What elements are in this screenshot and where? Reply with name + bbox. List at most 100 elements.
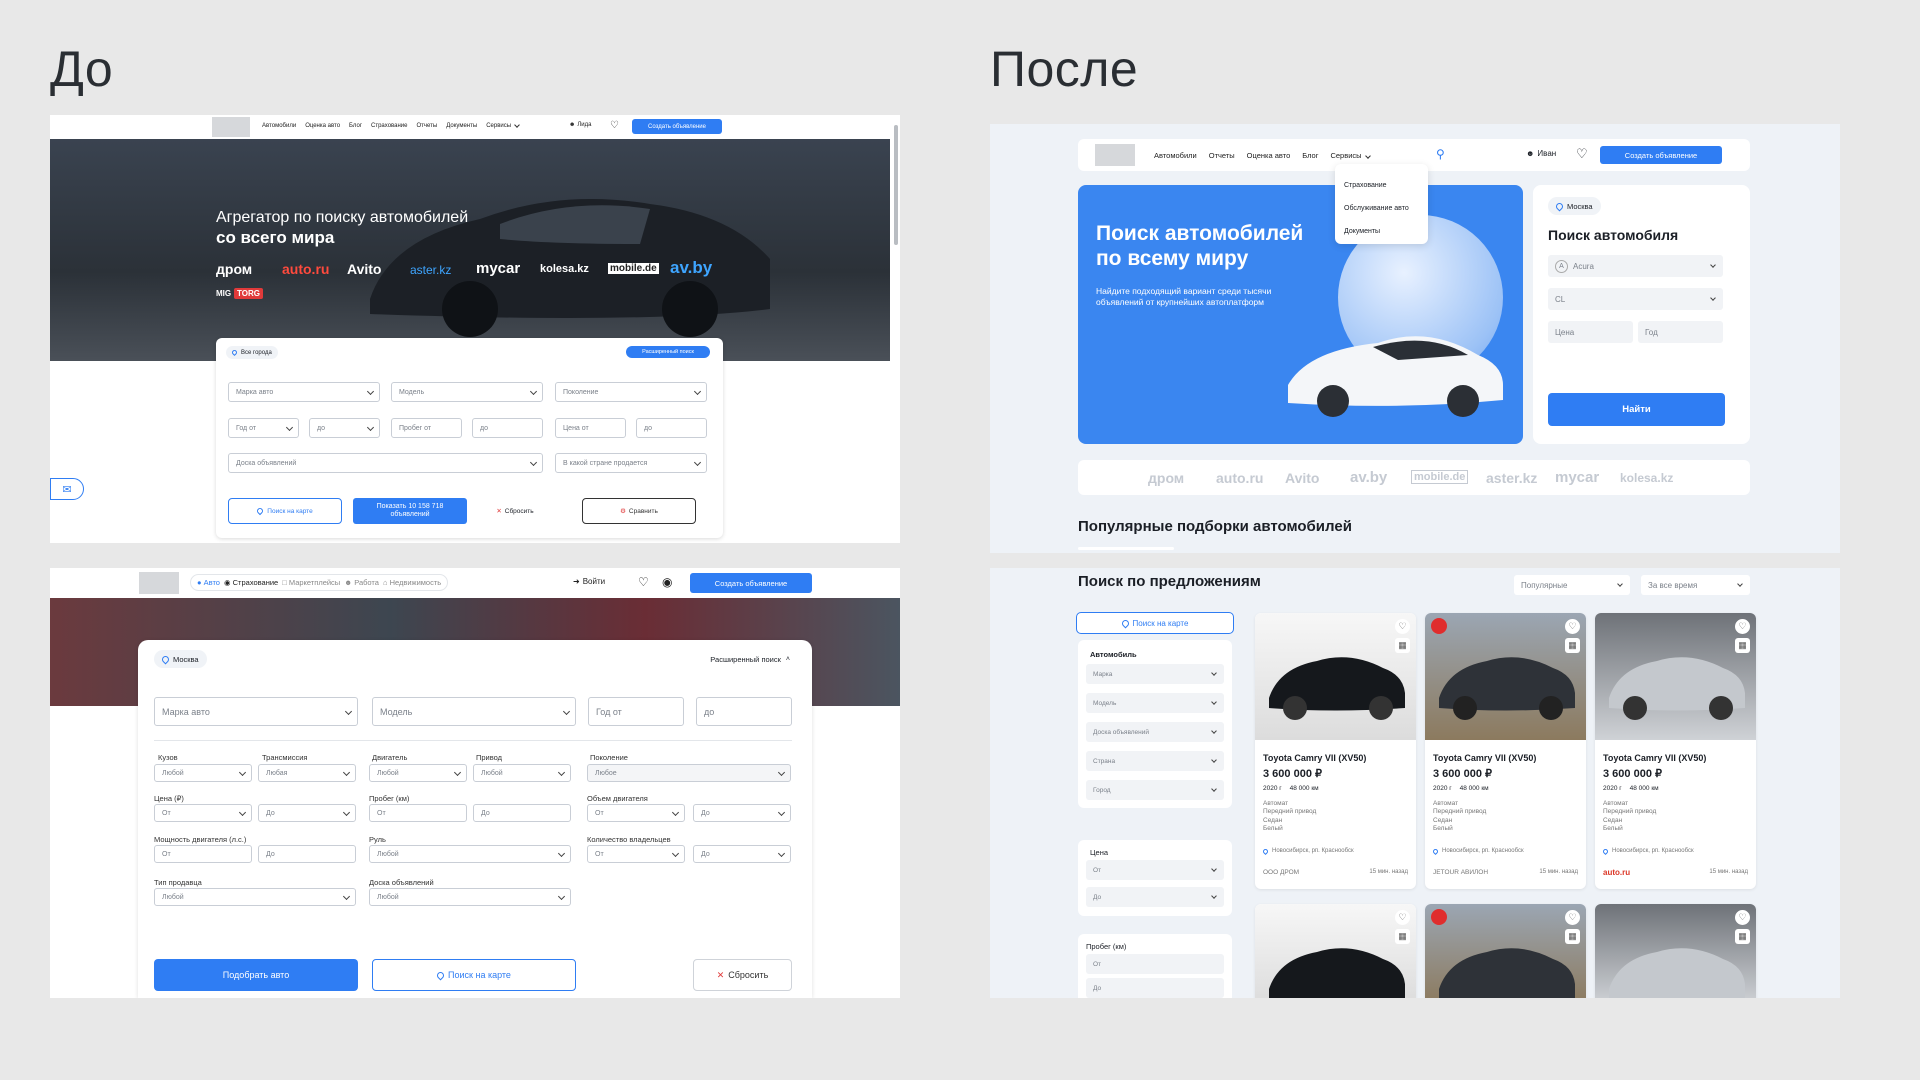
favorite-heart-icon[interactable]: ♡: [1565, 619, 1580, 634]
nav-item[interactable]: Документы: [446, 123, 477, 129]
nav-item[interactable]: Оценка авто: [1247, 151, 1291, 160]
heart-icon[interactable]: ♡: [1576, 146, 1588, 162]
stats-chart-icon[interactable]: ▦: [1565, 638, 1580, 653]
price-to-select[interactable]: До: [258, 804, 356, 822]
model-select[interactable]: Модель: [391, 382, 543, 402]
owners-from-select[interactable]: От: [587, 845, 685, 863]
favorite-heart-icon[interactable]: ♡: [1565, 910, 1580, 925]
favorite-heart-icon[interactable]: ♡: [1395, 910, 1410, 925]
nav-item[interactable]: Автомобили: [1154, 151, 1197, 160]
tab-auto[interactable]: ● Авто: [197, 578, 220, 587]
favorite-heart-icon[interactable]: ♡: [1395, 619, 1410, 634]
mileage-from-input[interactable]: От: [369, 804, 467, 822]
nav-item[interactable]: Отчеты: [417, 123, 438, 129]
brand-select[interactable]: Марка авто: [154, 697, 358, 726]
heart-icon[interactable]: ♡: [638, 575, 649, 589]
generation-select[interactable]: Поколение: [555, 382, 707, 402]
map-search-button[interactable]: Поиск на карте: [1076, 612, 1234, 634]
listing-card[interactable]: ♡ ▦: [1595, 904, 1756, 998]
mileage-from-input[interactable]: От: [1086, 954, 1224, 974]
city-chip[interactable]: Все города: [226, 346, 278, 359]
sort-select[interactable]: Популярные: [1514, 575, 1630, 595]
heart-icon[interactable]: ♡: [610, 120, 619, 131]
nav-item[interactable]: Автомобили: [262, 123, 296, 129]
dropdown-item[interactable]: Обслуживание авто: [1344, 197, 1419, 220]
map-search-button[interactable]: Поиск на карте: [228, 498, 342, 524]
mileage-from-input[interactable]: Пробег от: [391, 418, 462, 438]
map-search-button[interactable]: Поиск на карте: [372, 959, 576, 991]
board-select[interactable]: Доска объявлений: [228, 453, 543, 473]
model-select[interactable]: Модель: [372, 697, 576, 726]
generation-select[interactable]: Любое: [587, 764, 791, 782]
nav-item[interactable]: Блог: [1302, 151, 1318, 160]
eye-icon[interactable]: ◉: [662, 575, 672, 589]
dropdown-item[interactable]: Страхование: [1344, 174, 1419, 197]
brand-select[interactable]: Марка авто: [228, 382, 380, 402]
nav-item[interactable]: Блог: [349, 123, 362, 129]
filter-country[interactable]: Страна: [1086, 751, 1224, 771]
price-input[interactable]: Цена: [1548, 321, 1633, 343]
nav-item-services[interactable]: Сервисы: [1330, 151, 1371, 160]
show-results-button[interactable]: Показать 10 158 718 объявлений: [353, 498, 467, 524]
reset-button[interactable]: ✕ Сбросить: [693, 959, 792, 991]
stats-chart-icon[interactable]: ▦: [1735, 929, 1750, 944]
engine-select[interactable]: Любой: [369, 764, 467, 782]
user-link[interactable]: ☻ Иван: [1526, 149, 1556, 158]
advanced-search-button[interactable]: Расширенный поиск: [626, 346, 710, 358]
model-select[interactable]: CL: [1548, 288, 1723, 310]
dropdown-item[interactable]: Документы: [1344, 220, 1419, 243]
filter-brand[interactable]: Марка: [1086, 664, 1224, 684]
nav-item[interactable]: Страхование: [371, 123, 407, 129]
tab-marketplaces[interactable]: □ Маркетплейсы: [282, 578, 340, 587]
filter-city[interactable]: Город: [1086, 780, 1224, 800]
city-chip[interactable]: Москва: [1548, 197, 1601, 215]
city-chip[interactable]: Москва: [154, 650, 207, 668]
year-from-input[interactable]: Год от: [588, 697, 684, 726]
stats-chart-icon[interactable]: ▦: [1395, 929, 1410, 944]
nav-item-services[interactable]: Сервисы: [486, 122, 520, 129]
listing-card[interactable]: ♡ ▦ Toyota Camry VII (XV50) 3 600 000 ₽ …: [1255, 613, 1416, 889]
price-to-select[interactable]: До: [1086, 887, 1224, 907]
period-select[interactable]: За все время: [1641, 575, 1750, 595]
search-icon[interactable]: ⚲: [1436, 147, 1445, 161]
year-to-select[interactable]: до: [309, 418, 380, 438]
volume-from-select[interactable]: От: [587, 804, 685, 822]
price-from-input[interactable]: Цена от: [555, 418, 626, 438]
body-select[interactable]: Любой: [154, 764, 252, 782]
stats-chart-icon[interactable]: ▦: [1565, 929, 1580, 944]
stats-chart-icon[interactable]: ▦: [1735, 638, 1750, 653]
drive-select[interactable]: Любой: [473, 764, 571, 782]
country-select[interactable]: В какой стране продается: [555, 453, 707, 473]
listing-card[interactable]: ♡ ▦ Toyota Camry VII (XV50) 3 600 000 ₽ …: [1425, 613, 1586, 889]
wheel-select[interactable]: Любой: [369, 845, 571, 863]
owners-to-select[interactable]: До: [693, 845, 791, 863]
transmission-select[interactable]: Любая: [258, 764, 356, 782]
nav-item[interactable]: Оценка авто: [305, 123, 340, 129]
submit-button[interactable]: Подобрать авто: [154, 959, 358, 991]
mileage-to-input[interactable]: До: [1086, 978, 1224, 998]
tab-insurance[interactable]: ◉ Страхование: [224, 578, 278, 587]
create-ad-button[interactable]: Создать объявление: [1600, 146, 1722, 164]
nav-item[interactable]: Отчеты: [1209, 151, 1235, 160]
listing-card[interactable]: ♡ ▦: [1255, 904, 1416, 998]
price-from-select[interactable]: От: [154, 804, 252, 822]
create-ad-button[interactable]: Создать объявление: [690, 573, 812, 593]
user-link[interactable]: ☻ Лида: [569, 122, 591, 128]
tab-jobs[interactable]: ☻ Работа: [344, 578, 379, 587]
listing-card[interactable]: ♡ ▦ Toyota Camry VII (XV50) 3 600 000 ₽ …: [1595, 613, 1756, 889]
stats-chart-icon[interactable]: ▦: [1395, 638, 1410, 653]
mileage-to-input[interactable]: До: [473, 804, 571, 822]
board-select[interactable]: Любой: [369, 888, 571, 906]
chat-icon[interactable]: ✉: [50, 478, 84, 500]
power-to-input[interactable]: До: [258, 845, 356, 863]
seller-select[interactable]: Любой: [154, 888, 356, 906]
reset-button[interactable]: ✕ Сбросить: [478, 498, 552, 524]
advanced-search-toggle[interactable]: Расширенный поиск ˄: [710, 655, 790, 664]
favorite-heart-icon[interactable]: ♡: [1735, 910, 1750, 925]
year-input[interactable]: Год: [1638, 321, 1723, 343]
price-to-input[interactable]: до: [636, 418, 707, 438]
price-from-select[interactable]: От: [1086, 860, 1224, 880]
filter-model[interactable]: Модель: [1086, 693, 1224, 713]
year-to-input[interactable]: до: [696, 697, 792, 726]
compare-button[interactable]: ⚙ Сравнить: [582, 498, 696, 524]
